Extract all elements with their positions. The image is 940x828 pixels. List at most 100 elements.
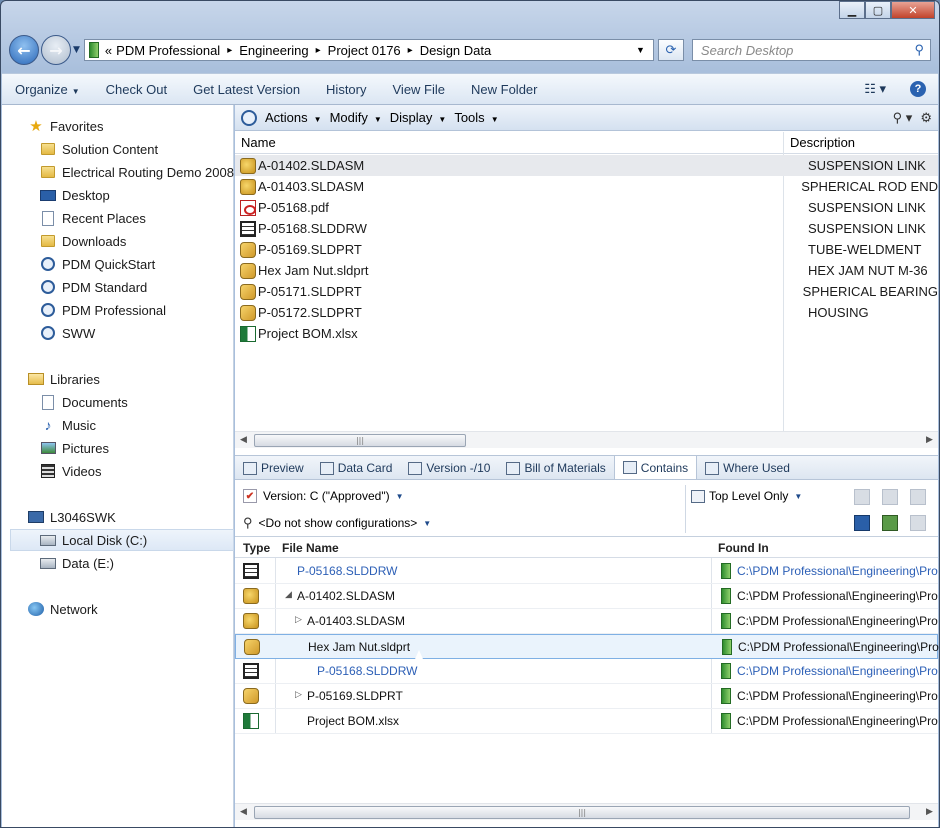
export-icon[interactable] (882, 515, 898, 531)
breadcrumb-separator[interactable]: ▸ (316, 45, 321, 56)
nav-documents[interactable]: Documents (2, 391, 234, 413)
close-button[interactable]: ✕ (891, 1, 935, 19)
tab-preview[interactable]: Preview (235, 457, 312, 479)
column-header-description[interactable]: Description (790, 135, 855, 150)
expand-icon[interactable]: ▷ (295, 689, 302, 700)
save-icon[interactable] (854, 515, 870, 531)
scroll-right-icon[interactable]: ▶ (921, 807, 938, 817)
nav-network[interactable]: Network (2, 598, 234, 620)
scroll-thumb[interactable]: ||| (254, 434, 466, 447)
address-bar[interactable]: « PDM Professional ▸ Engineering ▸ Proje… (83, 39, 654, 61)
organize-button[interactable]: Organize ▼ (2, 82, 93, 97)
nav-electrical-routing[interactable]: Electrical Routing Demo 2008 (2, 161, 234, 183)
file-row[interactable]: P-05168.SLDDRW SUSPENSION LINK (235, 218, 938, 239)
nav-data-e[interactable]: Data (E:) (2, 552, 234, 574)
get-latest-version-button[interactable]: Get Latest Version (180, 82, 313, 97)
version-selector[interactable]: ✔ Version: C ("Approved") ▼ (243, 489, 404, 503)
refresh-button[interactable]: ⟳ (657, 39, 684, 61)
file-row[interactable]: A-01403.SLDASM SPHERICAL ROD END (235, 176, 938, 197)
contains-row[interactable]: ◢ A-01402.SLDASM C:\PDM Professional\Engin… (235, 584, 938, 609)
tools-menu[interactable]: Tools ▼ (454, 110, 506, 125)
breadcrumb-pdm-professional[interactable]: PDM Professional (116, 43, 220, 58)
file-row[interactable]: P-05168.pdf SUSPENSION LINK (235, 197, 938, 218)
display-menu[interactable]: Display ▼ (390, 110, 455, 125)
nav-music[interactable]: ♪ Music (2, 414, 234, 436)
file-row[interactable]: A-01402.SLDASM SUSPENSION LINK (235, 155, 938, 176)
contains-row[interactable]: ▷ P-05169.SLDPRT C:\PDM Professional\Engin… (235, 684, 938, 709)
scroll-left-icon[interactable]: ◀ (235, 435, 252, 445)
nav-recent-places[interactable]: Recent Places (2, 207, 234, 229)
breadcrumb-project[interactable]: Project 0176 (328, 43, 401, 58)
breadcrumb-design-data[interactable]: Design Data (420, 43, 492, 58)
scroll-right-icon[interactable]: ▶ (921, 435, 938, 445)
breadcrumb-engineering[interactable]: Engineering (239, 43, 308, 58)
nav-label: Videos (62, 463, 102, 479)
contains-row[interactable]: P-05168.SLDDRW C:\PDM Professional\Engine… (235, 559, 938, 584)
contains-row[interactable]: Hex Jam Nut.sldprt C:\PDM Professional\En… (235, 634, 939, 659)
file-row[interactable]: Project BOM.xlsx (235, 323, 938, 344)
view-file-button[interactable]: View File (380, 82, 459, 97)
new-folder-button[interactable]: New Folder (458, 82, 550, 97)
tab-where-used[interactable]: Where Used (697, 457, 798, 479)
back-button[interactable]: ← (9, 35, 39, 65)
list-view-icon[interactable] (882, 489, 898, 505)
breadcrumb-separator[interactable]: ▸ (227, 45, 232, 56)
modify-menu[interactable]: Modify ▼ (330, 110, 390, 125)
nav-pdm-quickstart[interactable]: PDM QuickStart (2, 253, 234, 275)
file-list-scrollbar[interactable]: ◀ ||| ▶ (235, 431, 938, 448)
column-header-found-in[interactable]: Found In (718, 541, 769, 555)
breadcrumb-separator[interactable]: ▸ (408, 45, 413, 56)
contains-row[interactable]: Project BOM.xlsx C:\PDM Professional\Engi… (235, 709, 938, 734)
search-tool-icon[interactable]: ⚲ ▾ (893, 110, 913, 126)
minimize-button[interactable]: ▁ (839, 1, 865, 19)
column-header-file-name[interactable]: File Name (282, 541, 339, 555)
nav-libraries[interactable]: Libraries (2, 368, 234, 390)
address-overflow[interactable]: « (105, 43, 112, 58)
file-row[interactable]: P-05171.SLDPRT SPHERICAL BEARING (235, 281, 938, 302)
nav-pdm-professional[interactable]: PDM Professional (2, 299, 234, 321)
file-row[interactable]: Hex Jam Nut.sldprt HEX JAM NUT M-36 (235, 260, 938, 281)
configurations-selector[interactable]: ⚲ <Do not show configurations> ▼ (243, 515, 431, 531)
nav-downloads[interactable]: Downloads (2, 230, 234, 252)
contains-row[interactable]: P-05168.SLDDRW C:\PDM Professional\Engine… (235, 659, 938, 684)
file-row[interactable]: P-05172.SLDPRT HOUSING (235, 302, 938, 323)
actions-menu[interactable]: Actions ▼ (265, 110, 330, 125)
column-header-type[interactable]: Type (243, 541, 270, 555)
help-icon[interactable]: ? (910, 81, 926, 97)
nav-pdm-standard[interactable]: PDM Standard (2, 276, 234, 298)
search-input[interactable]: Search Desktop ⚲ (691, 39, 931, 61)
nav-sww[interactable]: SWW (2, 322, 234, 344)
bookmark-icon[interactable] (910, 489, 926, 505)
collapse-icon[interactable]: ◢ (285, 589, 292, 600)
tab-bill-of-materials[interactable]: Bill of Materials (498, 457, 613, 479)
file-row[interactable]: P-05169.SLDPRT TUBE-WELDMENT (235, 239, 938, 260)
check-out-button[interactable]: Check Out (93, 82, 180, 97)
nav-videos[interactable]: Videos (2, 460, 234, 482)
nav-computer[interactable]: L3046SWK (2, 506, 234, 528)
level-selector[interactable]: Top Level Only ▼ (691, 489, 802, 503)
pdm-settings-icon[interactable]: ⚙ (920, 110, 932, 126)
tab-contains[interactable]: Contains (613, 455, 698, 479)
tab-version[interactable]: Version -/10 (400, 457, 498, 479)
nav-local-disk-c[interactable]: Local Disk (C:) (10, 529, 234, 551)
recent-pages-dropdown[interactable]: ▼ (73, 45, 80, 55)
nav-favorites[interactable]: ★ Favorites (2, 115, 234, 137)
scroll-thumb[interactable]: ||| (254, 806, 910, 819)
address-dropdown-icon[interactable]: ▼ (636, 45, 645, 55)
expand-icon[interactable]: ▷ (295, 614, 302, 625)
search-icon[interactable]: ⚲ (914, 42, 924, 58)
history-button[interactable]: History (313, 82, 379, 97)
nav-pictures[interactable]: Pictures (2, 437, 234, 459)
nav-desktop[interactable]: Desktop (2, 184, 234, 206)
view-options-icon[interactable]: ☷ ▾ (864, 81, 886, 97)
solidworks-icon[interactable] (854, 489, 870, 505)
scroll-left-icon[interactable]: ◀ (235, 807, 252, 817)
forward-button[interactable]: → (41, 35, 71, 65)
nav-solution-content[interactable]: Solution Content (2, 138, 234, 160)
maximize-button[interactable]: ▢ (865, 1, 891, 19)
tree-settings-icon[interactable] (910, 515, 926, 531)
contains-scrollbar[interactable]: ◀ ||| ▶ (235, 803, 938, 820)
tab-data-card[interactable]: Data Card (312, 457, 401, 479)
contains-row[interactable]: ▷ A-01403.SLDASM C:\PDM Professional\Engin… (235, 609, 938, 634)
column-header-name[interactable]: Name (241, 135, 276, 150)
